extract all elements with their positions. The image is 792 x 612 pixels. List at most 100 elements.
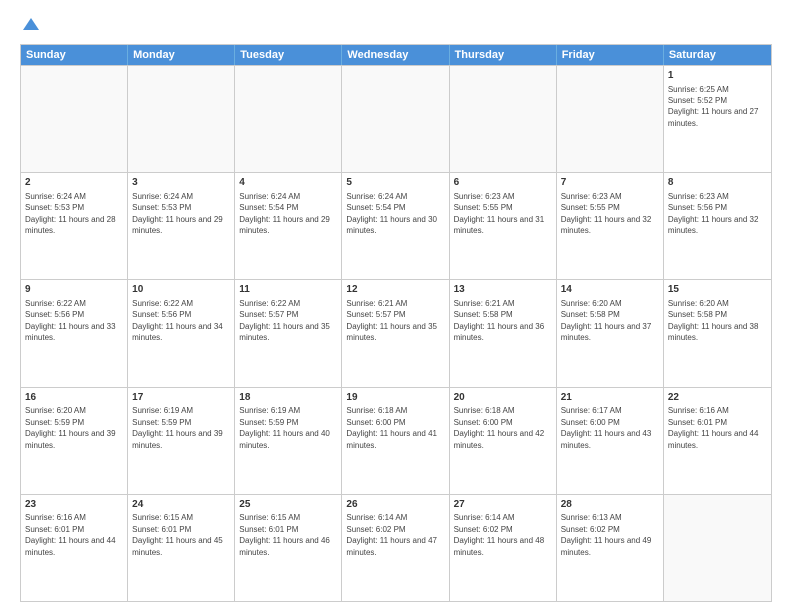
day-cell-1: 1 Sunrise: 6:25 AM Sunset: 5:52 PM Daylig… — [664, 66, 771, 172]
empty-cell — [128, 66, 235, 172]
day-cell-25: 25Sunrise: 6:15 AM Sunset: 6:01 PM Dayli… — [235, 495, 342, 601]
day-cell-16: 16Sunrise: 6:20 AM Sunset: 5:59 PM Dayli… — [21, 388, 128, 494]
day-number: 28 — [561, 498, 659, 512]
day-number: 14 — [561, 283, 659, 297]
day-number: 16 — [25, 391, 123, 405]
day-number: 10 — [132, 283, 230, 297]
day-cell-21: 21Sunrise: 6:17 AM Sunset: 6:00 PM Dayli… — [557, 388, 664, 494]
day-info: Sunrise: 6:19 AM Sunset: 5:59 PM Dayligh… — [239, 406, 330, 449]
day-number: 7 — [561, 176, 659, 190]
day-number: 11 — [239, 283, 337, 297]
day-number: 12 — [346, 283, 444, 297]
day-info: Sunrise: 6:13 AM Sunset: 6:02 PM Dayligh… — [561, 513, 652, 556]
empty-cell — [557, 66, 664, 172]
day-cell-9: 9 Sunrise: 6:22 AM Sunset: 5:56 PM Daylig… — [21, 280, 128, 386]
day-cell-24: 24Sunrise: 6:15 AM Sunset: 6:01 PM Dayli… — [128, 495, 235, 601]
day-info: Sunrise: 6:16 AM Sunset: 6:01 PM Dayligh… — [668, 406, 759, 449]
day-info: Sunrise: 6:20 AM Sunset: 5:58 PM Dayligh… — [668, 299, 759, 342]
day-number: 13 — [454, 283, 552, 297]
day-info: Sunrise: 6:22 AM Sunset: 5:56 PM Dayligh… — [25, 299, 116, 342]
page: SundayMondayTuesdayWednesdayThursdayFrid… — [0, 0, 792, 612]
header-day-saturday: Saturday — [664, 45, 771, 65]
day-info: Sunrise: 6:22 AM Sunset: 5:56 PM Dayligh… — [132, 299, 223, 342]
empty-cell — [664, 495, 771, 601]
day-number: 21 — [561, 391, 659, 405]
day-info: Sunrise: 6:24 AM Sunset: 5:53 PM Dayligh… — [132, 192, 223, 235]
day-cell-2: 2 Sunrise: 6:24 AM Sunset: 5:53 PM Daylig… — [21, 173, 128, 279]
day-cell-23: 23Sunrise: 6:16 AM Sunset: 6:01 PM Dayli… — [21, 495, 128, 601]
week-row-0: 1 Sunrise: 6:25 AM Sunset: 5:52 PM Daylig… — [21, 65, 771, 172]
day-number: 25 — [239, 498, 337, 512]
day-info: Sunrise: 6:18 AM Sunset: 6:00 PM Dayligh… — [346, 406, 437, 449]
day-info: Sunrise: 6:18 AM Sunset: 6:00 PM Dayligh… — [454, 406, 545, 449]
day-info: Sunrise: 6:20 AM Sunset: 5:58 PM Dayligh… — [561, 299, 652, 342]
day-cell-6: 6 Sunrise: 6:23 AM Sunset: 5:55 PM Daylig… — [450, 173, 557, 279]
day-number: 2 — [25, 176, 123, 190]
empty-cell — [342, 66, 449, 172]
day-info: Sunrise: 6:14 AM Sunset: 6:02 PM Dayligh… — [346, 513, 437, 556]
day-info: Sunrise: 6:23 AM Sunset: 5:55 PM Dayligh… — [561, 192, 652, 235]
day-number: 27 — [454, 498, 552, 512]
day-cell-10: 10 Sunrise: 6:22 AM Sunset: 5:56 PM Dayli… — [128, 280, 235, 386]
day-cell-5: 5 Sunrise: 6:24 AM Sunset: 5:54 PM Daylig… — [342, 173, 449, 279]
day-cell-3: 3 Sunrise: 6:24 AM Sunset: 5:53 PM Daylig… — [128, 173, 235, 279]
calendar-body: 1 Sunrise: 6:25 AM Sunset: 5:52 PM Daylig… — [21, 65, 771, 601]
week-row-3: 16Sunrise: 6:20 AM Sunset: 5:59 PM Dayli… — [21, 387, 771, 494]
day-info: Sunrise: 6:21 AM Sunset: 5:58 PM Dayligh… — [454, 299, 545, 342]
day-cell-12: 12 Sunrise: 6:21 AM Sunset: 5:57 PM Dayli… — [342, 280, 449, 386]
day-number: 18 — [239, 391, 337, 405]
day-number: 20 — [454, 391, 552, 405]
week-row-4: 23Sunrise: 6:16 AM Sunset: 6:01 PM Dayli… — [21, 494, 771, 601]
day-number: 8 — [668, 176, 767, 190]
day-cell-7: 7 Sunrise: 6:23 AM Sunset: 5:55 PM Daylig… — [557, 173, 664, 279]
day-number: 22 — [668, 391, 767, 405]
day-number: 17 — [132, 391, 230, 405]
day-cell-20: 20Sunrise: 6:18 AM Sunset: 6:00 PM Dayli… — [450, 388, 557, 494]
day-cell-13: 13 Sunrise: 6:21 AM Sunset: 5:58 PM Dayli… — [450, 280, 557, 386]
day-info: Sunrise: 6:25 AM Sunset: 5:52 PM Dayligh… — [668, 85, 759, 128]
day-cell-19: 19Sunrise: 6:18 AM Sunset: 6:00 PM Dayli… — [342, 388, 449, 494]
day-cell-18: 18Sunrise: 6:19 AM Sunset: 5:59 PM Dayli… — [235, 388, 342, 494]
day-number: 19 — [346, 391, 444, 405]
day-info: Sunrise: 6:24 AM Sunset: 5:54 PM Dayligh… — [346, 192, 437, 235]
day-info: Sunrise: 6:15 AM Sunset: 6:01 PM Dayligh… — [132, 513, 223, 556]
calendar: SundayMondayTuesdayWednesdayThursdayFrid… — [20, 44, 772, 602]
day-cell-27: 27Sunrise: 6:14 AM Sunset: 6:02 PM Dayli… — [450, 495, 557, 601]
day-cell-11: 11Sunrise: 6:22 AM Sunset: 5:57 PM Dayli… — [235, 280, 342, 386]
empty-cell — [21, 66, 128, 172]
day-cell-17: 17Sunrise: 6:19 AM Sunset: 5:59 PM Dayli… — [128, 388, 235, 494]
day-number: 6 — [454, 176, 552, 190]
empty-cell — [235, 66, 342, 172]
day-info: Sunrise: 6:24 AM Sunset: 5:54 PM Dayligh… — [239, 192, 330, 235]
day-number: 23 — [25, 498, 123, 512]
day-info: Sunrise: 6:15 AM Sunset: 6:01 PM Dayligh… — [239, 513, 330, 556]
header-day-sunday: Sunday — [21, 45, 128, 65]
calendar-header: SundayMondayTuesdayWednesdayThursdayFrid… — [21, 45, 771, 65]
day-info: Sunrise: 6:14 AM Sunset: 6:02 PM Dayligh… — [454, 513, 545, 556]
day-info: Sunrise: 6:23 AM Sunset: 5:55 PM Dayligh… — [454, 192, 545, 235]
header-day-thursday: Thursday — [450, 45, 557, 65]
week-row-2: 9 Sunrise: 6:22 AM Sunset: 5:56 PM Daylig… — [21, 279, 771, 386]
header-day-friday: Friday — [557, 45, 664, 65]
day-info: Sunrise: 6:23 AM Sunset: 5:56 PM Dayligh… — [668, 192, 759, 235]
week-row-1: 2 Sunrise: 6:24 AM Sunset: 5:53 PM Daylig… — [21, 172, 771, 279]
day-cell-26: 26Sunrise: 6:14 AM Sunset: 6:02 PM Dayli… — [342, 495, 449, 601]
day-number: 9 — [25, 283, 123, 297]
day-info: Sunrise: 6:24 AM Sunset: 5:53 PM Dayligh… — [25, 192, 116, 235]
empty-cell — [450, 66, 557, 172]
day-info: Sunrise: 6:19 AM Sunset: 5:59 PM Dayligh… — [132, 406, 223, 449]
header-day-monday: Monday — [128, 45, 235, 65]
day-number: 5 — [346, 176, 444, 190]
day-info: Sunrise: 6:16 AM Sunset: 6:01 PM Dayligh… — [25, 513, 116, 556]
day-cell-14: 14 Sunrise: 6:20 AM Sunset: 5:58 PM Dayli… — [557, 280, 664, 386]
day-number: 26 — [346, 498, 444, 512]
day-number: 3 — [132, 176, 230, 190]
day-info: Sunrise: 6:21 AM Sunset: 5:57 PM Dayligh… — [346, 299, 437, 342]
header-day-tuesday: Tuesday — [235, 45, 342, 65]
day-cell-4: 4 Sunrise: 6:24 AM Sunset: 5:54 PM Daylig… — [235, 173, 342, 279]
day-number: 4 — [239, 176, 337, 190]
day-number: 24 — [132, 498, 230, 512]
day-number: 1 — [668, 69, 767, 83]
day-info: Sunrise: 6:20 AM Sunset: 5:59 PM Dayligh… — [25, 406, 116, 449]
day-cell-8: 8 Sunrise: 6:23 AM Sunset: 5:56 PM Daylig… — [664, 173, 771, 279]
